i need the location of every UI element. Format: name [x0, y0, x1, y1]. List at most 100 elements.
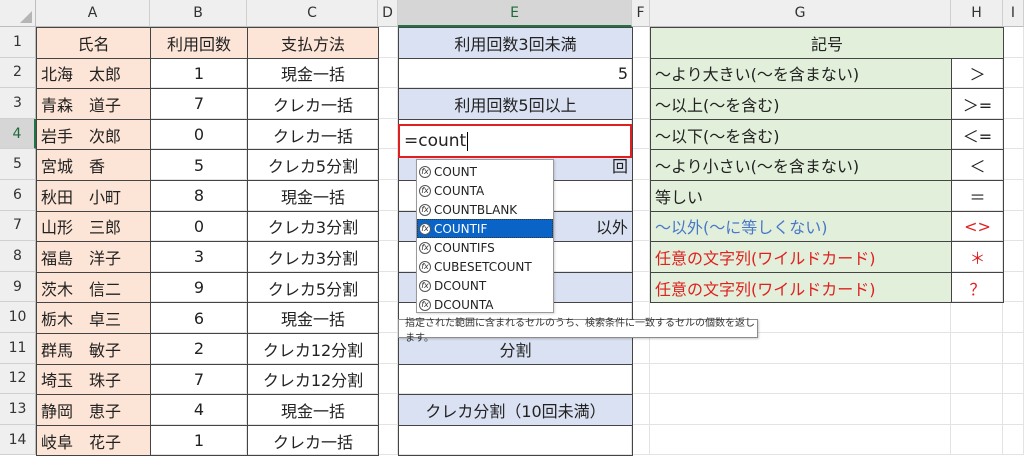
- legend-symbol[interactable]: ＊: [951, 241, 1004, 273]
- row-header-5[interactable]: 5: [0, 149, 36, 180]
- grid-cell[interactable]: [378, 118, 398, 150]
- grid-cell[interactable]: [378, 271, 398, 303]
- grid-cell[interactable]: [1003, 149, 1024, 180]
- grid-cell[interactable]: [632, 241, 650, 272]
- column-header-d[interactable]: D: [378, 0, 398, 27]
- grid-cell[interactable]: [951, 333, 1003, 364]
- payment-cell[interactable]: クレカ12分割: [247, 333, 379, 365]
- grid-cell[interactable]: [632, 363, 650, 395]
- row-header-4[interactable]: 4: [0, 118, 36, 150]
- column-header-c[interactable]: C: [247, 0, 378, 27]
- count-cell[interactable]: 0: [150, 118, 248, 151]
- grid-cell[interactable]: [632, 27, 650, 58]
- autocomplete-item[interactable]: fx COUNTBLANK: [417, 200, 553, 219]
- payment-cell[interactable]: 現金一括: [247, 180, 379, 212]
- legend-symbol[interactable]: ＜: [951, 149, 1004, 181]
- name-cell[interactable]: 北海 太郎: [36, 57, 151, 90]
- payment-cell[interactable]: 現金一括: [247, 394, 379, 426]
- grid-cell[interactable]: [650, 394, 951, 425]
- autocomplete-item[interactable]: fx COUNTA: [417, 181, 553, 200]
- grid-cell[interactable]: [378, 180, 398, 211]
- grid-cell[interactable]: [1003, 118, 1024, 150]
- legend-description[interactable]: 〜より大きい(〜を含まない): [650, 57, 952, 90]
- result-cell-row14[interactable]: [398, 424, 633, 457]
- count-cell[interactable]: 7: [150, 363, 248, 396]
- payment-cell[interactable]: クレカ3分割: [247, 210, 379, 243]
- autocomplete-item[interactable]: fx COUNTIF: [417, 219, 553, 238]
- legend-symbol[interactable]: <>: [951, 210, 1004, 243]
- count-cell[interactable]: 7: [150, 88, 248, 120]
- legend-description[interactable]: 〜以外(〜に等しくない): [650, 210, 952, 243]
- row-header-3[interactable]: 3: [0, 88, 36, 119]
- grid-cell[interactable]: [632, 149, 650, 180]
- label-credit-installment[interactable]: クレカ分割（10回未満）: [398, 394, 633, 426]
- grid-cell[interactable]: [632, 118, 650, 150]
- legend-symbol[interactable]: ＞=: [951, 88, 1004, 120]
- grid-cell[interactable]: [632, 210, 650, 242]
- column-header-b[interactable]: B: [150, 0, 247, 27]
- grid-cell[interactable]: [378, 27, 398, 58]
- payment-cell[interactable]: クレカ5分割: [247, 149, 379, 181]
- grid-cell[interactable]: [378, 424, 398, 456]
- legend-description[interactable]: 〜以上(〜を含む): [650, 88, 952, 120]
- legend-symbol[interactable]: ＞: [951, 57, 1004, 90]
- grid-cell[interactable]: [951, 424, 1003, 456]
- grid-cell[interactable]: [632, 271, 650, 303]
- grid-cell[interactable]: [378, 333, 398, 364]
- grid-cell[interactable]: [1003, 241, 1024, 272]
- row-header-10[interactable]: 10: [0, 302, 36, 333]
- result-cell[interactable]: 5: [398, 57, 633, 90]
- row-header-7[interactable]: 7: [0, 210, 36, 242]
- count-cell[interactable]: 4: [150, 394, 248, 426]
- payment-cell[interactable]: クレカ5分割: [247, 271, 379, 304]
- grid-cell[interactable]: [1003, 210, 1024, 242]
- name-cell[interactable]: 岩手 次郎: [36, 118, 151, 151]
- legend-description[interactable]: 等しい: [650, 180, 952, 212]
- grid-cell[interactable]: [1003, 27, 1024, 58]
- grid-cell[interactable]: [951, 394, 1003, 425]
- payment-cell[interactable]: クレカ3分割: [247, 241, 379, 273]
- grid-cell[interactable]: [1003, 394, 1024, 425]
- grid-cell[interactable]: [378, 363, 398, 395]
- row-header-1[interactable]: 1: [0, 27, 36, 58]
- grid-cell[interactable]: [1003, 302, 1024, 333]
- grid-cell[interactable]: [650, 424, 951, 456]
- name-cell[interactable]: 茨木 信二: [36, 271, 151, 304]
- legend-symbol[interactable]: ＝: [951, 180, 1004, 212]
- table-header-cell[interactable]: 利用回数: [150, 27, 248, 59]
- row-header-9[interactable]: 9: [0, 271, 36, 303]
- legend-symbol[interactable]: ？: [951, 271, 1004, 304]
- payment-cell[interactable]: クレカ一括: [247, 118, 379, 151]
- name-cell[interactable]: 群馬 敏子: [36, 333, 151, 365]
- grid-cell[interactable]: [1003, 363, 1024, 395]
- row-header-11[interactable]: 11: [0, 333, 36, 364]
- result-cell-row12[interactable]: [398, 363, 633, 396]
- payment-cell[interactable]: クレカ一括: [247, 424, 379, 457]
- payment-cell[interactable]: クレカ12分割: [247, 363, 379, 396]
- count-cell[interactable]: 8: [150, 180, 248, 212]
- active-cell-e4[interactable]: =count: [398, 124, 632, 158]
- payment-cell[interactable]: 現金一括: [247, 57, 379, 90]
- row-header-13[interactable]: 13: [0, 394, 36, 425]
- name-cell[interactable]: 埼玉 珠子: [36, 363, 151, 396]
- name-cell[interactable]: 秋田 小町: [36, 180, 151, 212]
- autocomplete-item[interactable]: fx DCOUNTA: [417, 295, 553, 314]
- grid-cell[interactable]: [632, 180, 650, 211]
- legend-description[interactable]: 任意の文字列(ワイルドカード): [650, 241, 952, 273]
- name-cell[interactable]: 山形 三郎: [36, 210, 151, 243]
- column-header-h[interactable]: H: [951, 0, 1003, 27]
- column-header-e[interactable]: E: [398, 0, 632, 27]
- grid-cell[interactable]: [632, 57, 650, 89]
- grid-cell[interactable]: [632, 88, 650, 119]
- name-cell[interactable]: 栃木 卓三: [36, 302, 151, 334]
- row-header-8[interactable]: 8: [0, 241, 36, 272]
- count-cell[interactable]: 0: [150, 210, 248, 243]
- column-header-i[interactable]: I: [1003, 0, 1024, 27]
- count-cell[interactable]: 1: [150, 57, 248, 90]
- grid-cell[interactable]: [378, 210, 398, 242]
- name-cell[interactable]: 青森 道子: [36, 88, 151, 120]
- count-cell[interactable]: 6: [150, 302, 248, 334]
- grid-cell[interactable]: [378, 394, 398, 425]
- legend-symbol[interactable]: ＜=: [951, 118, 1004, 151]
- grid-cell[interactable]: [951, 302, 1003, 333]
